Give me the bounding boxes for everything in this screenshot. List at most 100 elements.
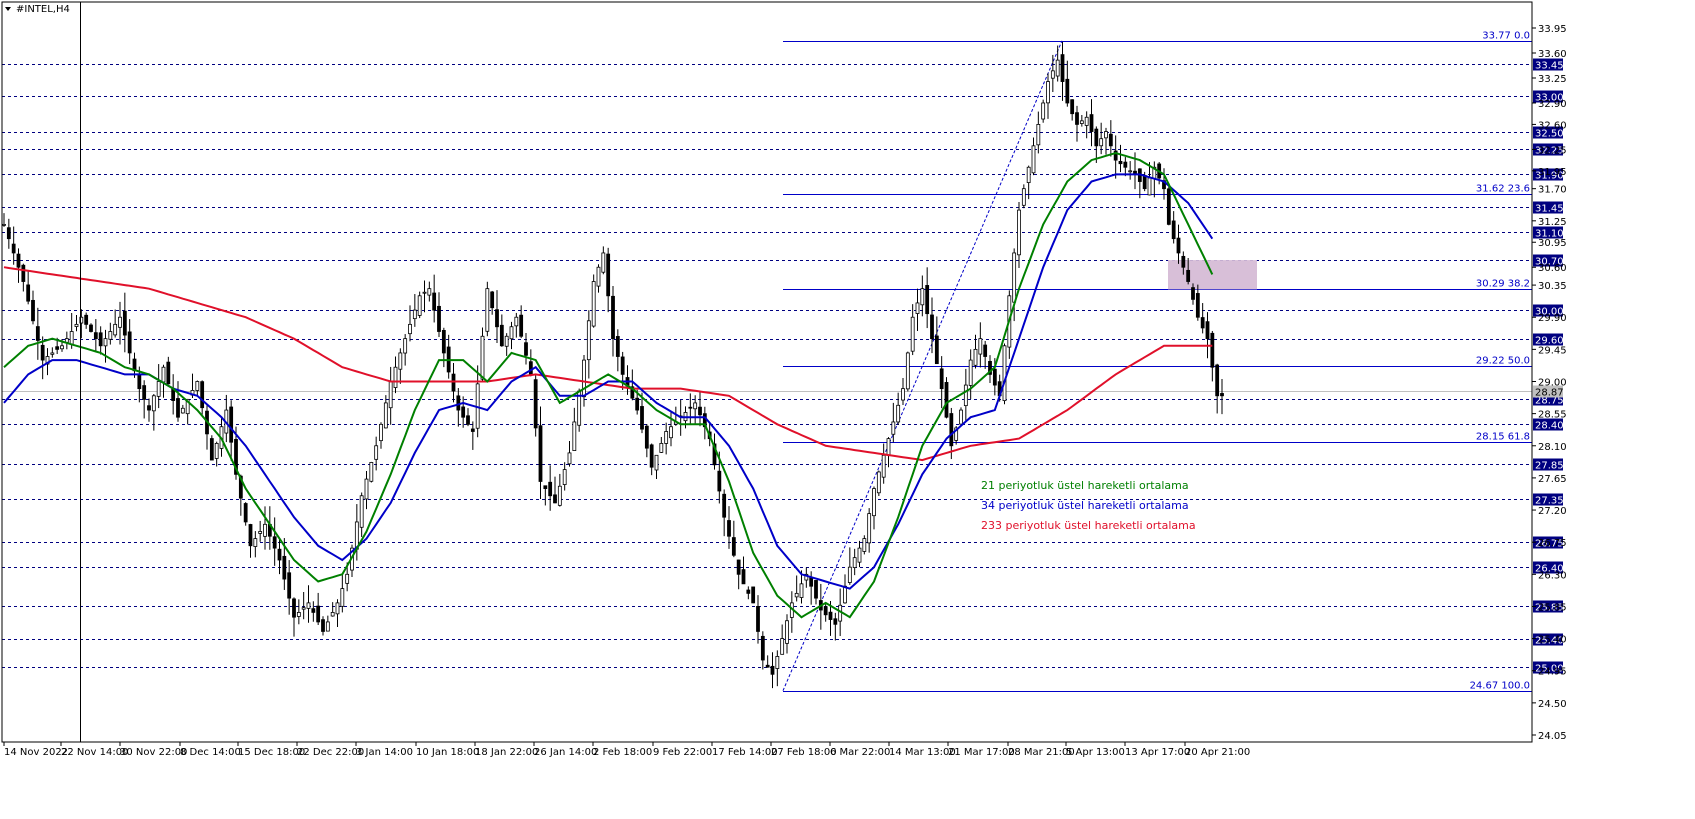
candle-body (316, 605, 321, 623)
candle-body (504, 335, 509, 347)
candle-body (828, 611, 833, 620)
candle-body (147, 405, 151, 411)
candle-body (69, 331, 74, 345)
candle-body (470, 428, 475, 432)
candle-body (862, 538, 867, 552)
candle-body (1084, 116, 1089, 126)
candle-body (1075, 112, 1079, 125)
candle-body (461, 406, 466, 418)
candle-body (606, 253, 611, 297)
candle-body (843, 585, 847, 604)
time-tick-label: 14 Mar 13:00 (889, 747, 956, 758)
candle-body (664, 431, 669, 444)
candle-body (528, 361, 533, 375)
candle-body (437, 305, 441, 332)
candle-body (562, 469, 567, 485)
candle-body (200, 381, 205, 409)
candle-body (1017, 209, 1021, 256)
candle-body (253, 538, 258, 547)
time-tick-label: 3 Jan 14:00 (356, 747, 413, 758)
candle-body (910, 316, 915, 352)
price-tick-label: 30.95 (1538, 238, 1567, 249)
candle-body (669, 426, 673, 439)
candle-body (282, 555, 287, 580)
candle-body (451, 373, 456, 392)
candle-body (176, 398, 180, 418)
candle-body (1123, 161, 1128, 168)
candle-body (514, 316, 519, 327)
price-tick-label: 28.55 (1538, 410, 1567, 421)
candle-body (427, 288, 432, 296)
time-tick-label: 20 Apr 21:00 (1185, 747, 1250, 758)
candle-body (736, 559, 741, 575)
candle-body (582, 359, 586, 398)
candle-body (852, 557, 857, 568)
price-tick-label: 24.05 (1538, 731, 1567, 742)
candle-body (74, 323, 79, 327)
level-price-label: 27.85 (1535, 461, 1564, 472)
price-tick-label: 27.20 (1538, 506, 1567, 517)
candle-body (963, 384, 968, 407)
candle-body (21, 264, 26, 282)
candle-body (1026, 166, 1031, 184)
price-tick-label: 28.10 (1538, 442, 1567, 453)
candle-body (978, 338, 983, 355)
candle-body (122, 310, 127, 336)
candle-body (272, 536, 277, 549)
candle-body (1195, 293, 1200, 318)
candle-body (137, 374, 142, 390)
candle-body (1166, 188, 1171, 225)
candle-body (16, 253, 21, 268)
price-tick-label: 29.45 (1538, 345, 1567, 356)
candle-body (345, 573, 350, 584)
candle-body (60, 345, 64, 350)
candle-body (248, 524, 253, 547)
candle-body (1046, 81, 1050, 104)
price-tick-label: 24.95 (1538, 667, 1567, 678)
candle-body (968, 359, 973, 386)
candle-body (591, 281, 596, 327)
candle-body (369, 462, 374, 482)
price-tick-label: 33.60 (1538, 49, 1567, 60)
candle-body (688, 406, 693, 409)
price-tick-label: 31.25 (1538, 217, 1567, 228)
price-chart[interactable]: 33.4533.0032.5032.2531.9031.4531.1030.70… (0, 0, 1695, 819)
candle-body (209, 438, 214, 461)
candle-body (1128, 170, 1133, 173)
candle-body (765, 664, 770, 668)
candle-body (89, 324, 93, 332)
candle-body (601, 252, 606, 273)
candle-body (741, 569, 746, 585)
fib-level-label: 30.29 38.2 (1476, 279, 1530, 290)
candle-body (50, 352, 55, 355)
candle-body (277, 548, 282, 561)
candle-body (1041, 102, 1046, 120)
candle-body (891, 421, 896, 435)
candle-body (485, 288, 490, 332)
candle-body (543, 485, 548, 490)
time-tick-label: 17 Feb 14:00 (712, 747, 778, 758)
candle-body (364, 478, 369, 500)
candle-body (180, 407, 185, 414)
candle-body (586, 320, 591, 361)
price-tick-label: 25.40 (1538, 635, 1567, 646)
candle-body (31, 299, 35, 322)
candle-body (615, 336, 620, 357)
candle-body (311, 608, 316, 613)
candle-body (760, 635, 765, 661)
candle-body (422, 291, 427, 294)
candle-body (103, 338, 108, 347)
fib-level-label: 24.67 100.0 (1470, 681, 1530, 692)
price-tick-label: 32.60 (1538, 120, 1567, 131)
candle-body (915, 302, 920, 314)
candle-body (325, 621, 330, 632)
candle-body (896, 404, 901, 423)
price-tick-label: 26.75 (1538, 538, 1567, 549)
candle-body (359, 495, 364, 528)
candle-body (833, 618, 838, 625)
fib-level-label: 33.77 0.0 (1482, 31, 1530, 42)
time-tick-label: 8 Dec 14:00 (180, 747, 241, 758)
candle-body (243, 503, 248, 523)
candle-body (195, 381, 200, 391)
candle-body (867, 513, 872, 544)
